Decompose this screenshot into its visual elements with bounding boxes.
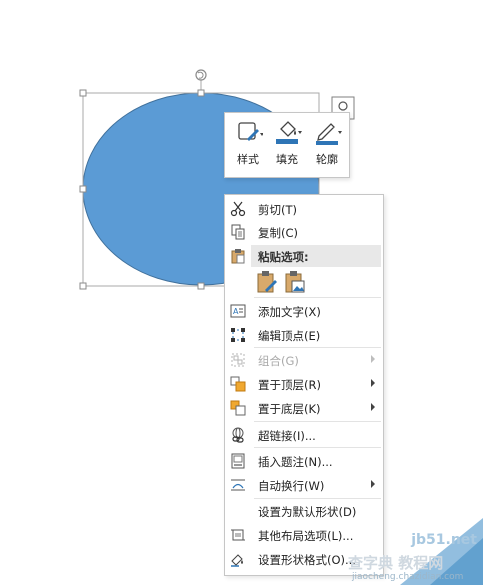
resize-handle-w[interactable] xyxy=(79,185,87,193)
menu-item-group[interactable]: 组合(G) xyxy=(225,349,383,371)
menu-label-group: 组合(G) xyxy=(258,354,299,368)
rotate-handle[interactable] xyxy=(195,69,207,81)
menu-label-set-default-shape: 设置为默认形状(D) xyxy=(258,505,357,519)
paste-options-label: 粘贴选项: xyxy=(258,250,309,264)
menu-item-edit-points[interactable]: 编辑顶点(E) xyxy=(225,324,383,346)
watermark-url: jiaocheng.chazidian.com xyxy=(352,572,464,582)
send-to-back-icon xyxy=(230,400,246,416)
menu-item-add-text[interactable]: A 添加文字(X) xyxy=(225,300,383,322)
fill-button[interactable]: 填充 xyxy=(268,117,306,173)
submenu-arrow-icon xyxy=(371,355,375,363)
outline-label: 轮廓 xyxy=(316,153,338,166)
menu-label-cut: 剪切(T) xyxy=(258,203,297,217)
menu-item-send-to-back[interactable]: 置于底层(K) xyxy=(225,397,383,419)
scissors-icon xyxy=(230,201,246,217)
style-label: 样式 xyxy=(237,153,259,166)
paste-options-header: 粘贴选项: xyxy=(251,245,381,267)
menu-label-insert-caption: 插入题注(N)... xyxy=(258,455,333,469)
bring-to-front-icon xyxy=(230,376,246,392)
watermark-site: jb51.net xyxy=(411,532,477,548)
outline-button[interactable]: 轮廓 xyxy=(308,117,346,173)
menu-item-more-layout-options[interactable]: 其他布局选项(L)... xyxy=(225,524,383,546)
resize-handle-s[interactable] xyxy=(197,282,205,290)
menu-item-bring-to-front[interactable]: 置于顶层(R) xyxy=(225,373,383,395)
format-shape-icon xyxy=(231,554,243,567)
submenu-arrow-icon xyxy=(371,379,375,387)
menu-item-wrap-text[interactable]: 自动换行(W) xyxy=(225,474,383,496)
submenu-arrow-icon xyxy=(371,403,375,411)
style-button[interactable]: 样式 xyxy=(229,117,267,173)
menu-item-set-default-shape[interactable]: 设置为默认形状(D) xyxy=(225,500,383,522)
paste-keep-source-icon xyxy=(257,271,277,293)
menu-item-hyperlink[interactable]: 超链接(I)... xyxy=(225,424,383,446)
hyperlink-icon xyxy=(232,427,244,443)
shape-style-icon xyxy=(238,122,263,141)
insert-caption-icon xyxy=(231,453,245,469)
clipboard-icon xyxy=(231,249,245,264)
resize-handle-nw[interactable] xyxy=(79,89,87,97)
paste-picture-icon xyxy=(285,271,305,293)
menu-label-add-text: 添加文字(X) xyxy=(258,305,321,319)
fill-bucket-icon xyxy=(276,121,302,144)
submenu-arrow-icon xyxy=(371,480,375,488)
menu-separator xyxy=(254,297,381,298)
menu-separator xyxy=(254,421,381,422)
menu-label-bring-to-front: 置于顶层(R) xyxy=(258,378,321,392)
wrap-text-icon xyxy=(231,479,245,491)
menu-label-send-to-back: 置于底层(K) xyxy=(258,402,321,416)
layout-options-menu-icon xyxy=(231,529,245,541)
paste-picture-button[interactable] xyxy=(283,270,307,294)
mini-toolbar: 样式 填充 轮廓 xyxy=(224,112,350,178)
paste-keep-source-button[interactable] xyxy=(255,270,279,294)
fill-label: 填充 xyxy=(276,153,298,166)
menu-item-copy[interactable]: 复制(C) xyxy=(225,221,383,243)
menu-label-hyperlink: 超链接(I)... xyxy=(258,429,316,443)
menu-separator xyxy=(254,498,381,499)
resize-handle-n[interactable] xyxy=(197,89,205,97)
menu-label-format-shape: 设置形状格式(O)... xyxy=(258,553,356,567)
menu-label-edit-points: 编辑顶点(E) xyxy=(258,329,321,343)
context-menu: 剪切(T) 复制(C) 粘贴选项: A 添加文字(X) 编辑顶点(E) 组合(G… xyxy=(224,194,384,576)
svg-text:A: A xyxy=(233,307,239,316)
menu-item-cut[interactable]: 剪切(T) xyxy=(225,198,383,220)
copy-icon xyxy=(231,224,245,240)
menu-label-wrap-text: 自动换行(W) xyxy=(258,479,325,493)
menu-label-copy: 复制(C) xyxy=(258,226,299,240)
menu-separator xyxy=(254,347,381,348)
menu-label-more-layout-options: 其他布局选项(L)... xyxy=(258,529,354,543)
group-icon xyxy=(231,353,245,367)
menu-item-insert-caption[interactable]: 插入题注(N)... xyxy=(225,450,383,472)
watermark-text: 查字典 教程网 xyxy=(348,554,444,572)
add-text-icon: A xyxy=(230,304,246,318)
outline-pen-icon xyxy=(316,123,342,145)
edit-points-icon xyxy=(231,328,245,342)
menu-separator xyxy=(254,447,381,448)
resize-handle-sw[interactable] xyxy=(79,282,87,290)
